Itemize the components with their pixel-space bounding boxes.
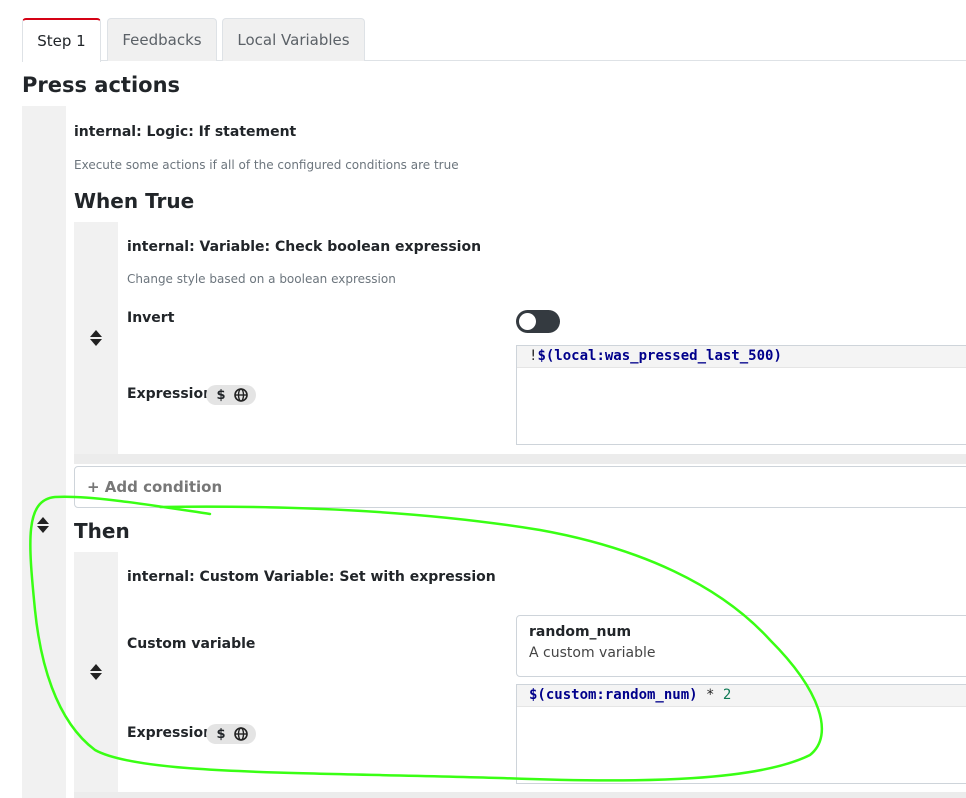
toggle-knob [519, 313, 536, 330]
tab-label: Local Variables [237, 31, 350, 49]
expression-label: Expression [127, 725, 214, 741]
then-action-title: internal: Custom Variable: Set with expr… [127, 569, 496, 585]
code-line: !$(local:was_pressed_last_500) [517, 346, 966, 368]
tab-feedbacks[interactable]: Feedbacks [107, 18, 217, 61]
expression-editor[interactable]: $(custom:random_num) * 2 [516, 684, 966, 784]
expression-label: Expression [127, 386, 214, 402]
selected-variable-name: random_num [529, 624, 632, 640]
sort-handle-icon[interactable] [88, 662, 104, 682]
selected-variable-description: A custom variable [529, 645, 656, 661]
code-token: 2 [722, 687, 732, 703]
dollar-icon[interactable]: $ [214, 388, 228, 403]
invert-toggle[interactable] [516, 310, 560, 333]
tab-label: Feedbacks [122, 31, 202, 49]
invert-label: Invert [127, 310, 175, 326]
then-heading: Then [74, 519, 130, 543]
action-drag-gutter[interactable] [22, 106, 66, 798]
custom-variable-label: Custom variable [127, 636, 256, 652]
tab-step-1[interactable]: Step 1 [22, 18, 101, 62]
action-description: Execute some actions if all of the confi… [74, 158, 459, 172]
panel-divider [74, 454, 966, 464]
tab-local-variables[interactable]: Local Variables [222, 18, 365, 61]
expression-mode-pill[interactable]: $ [206, 724, 256, 744]
panel-divider [74, 792, 966, 798]
dollar-icon[interactable]: $ [214, 727, 228, 742]
code-token: $(custom:random_num) [529, 687, 698, 703]
code-line: $(custom:random_num) * 2 [517, 685, 966, 707]
code-token: $(local:was_pressed_last_500) [537, 348, 782, 364]
code-token: * [697, 687, 723, 703]
expression-mode-pill[interactable]: $ [206, 385, 256, 405]
globe-icon[interactable] [234, 727, 248, 741]
custom-variable-select[interactable]: random_num A custom variable [516, 615, 966, 677]
condition-description: Change style based on a boolean expressi… [127, 272, 396, 286]
sort-handle-icon[interactable] [35, 515, 51, 535]
tab-bar: Step 1 Feedbacks Local Variables [22, 18, 966, 62]
globe-icon[interactable] [234, 388, 248, 402]
add-condition-button[interactable]: + Add condition [74, 466, 966, 508]
page-title: Press actions [22, 73, 181, 97]
sort-handle-icon[interactable] [88, 328, 104, 348]
tab-label: Step 1 [37, 32, 86, 50]
action-title: internal: Logic: If statement [74, 124, 297, 140]
expression-editor[interactable]: !$(local:was_pressed_last_500) [516, 345, 966, 445]
when-true-heading: When True [74, 189, 195, 213]
condition-title: internal: Variable: Check boolean expres… [127, 239, 482, 255]
